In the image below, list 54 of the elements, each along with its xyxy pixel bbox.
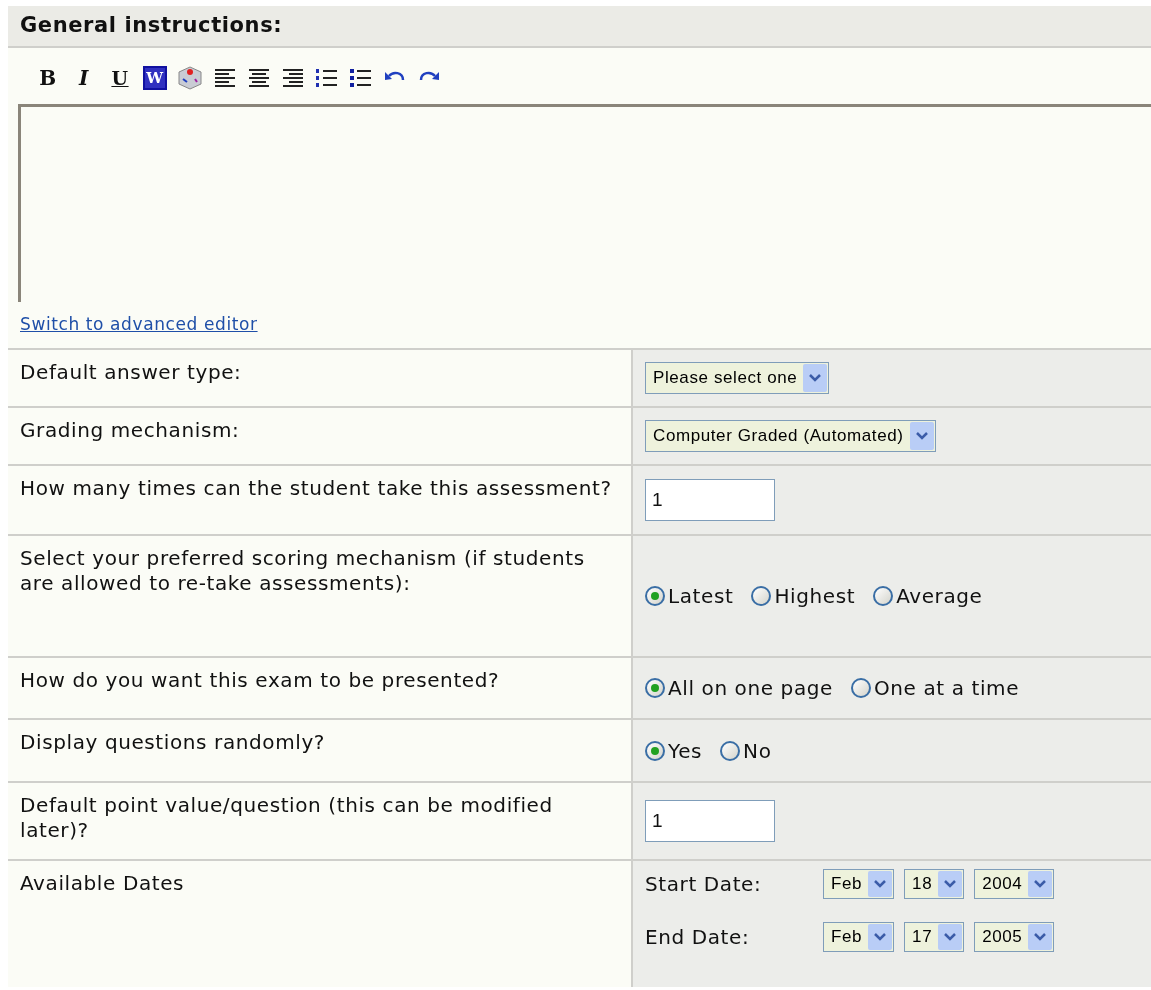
date-label: End Date:	[645, 924, 751, 951]
section-header: General instructions:	[8, 6, 1151, 48]
field-label: Grading mechanism:	[20, 418, 241, 443]
caret-icon	[874, 933, 887, 941]
radio-label: Latest	[668, 583, 734, 610]
dropdown[interactable]: Feb	[823, 869, 895, 899]
radio-label: All on one page	[668, 675, 833, 702]
dropdown[interactable]: 17	[904, 922, 965, 952]
numbered-list-icon[interactable]	[315, 66, 339, 90]
word-paste-button[interactable]: W	[143, 66, 167, 90]
align-right-icon[interactable]	[281, 67, 305, 89]
date-label: Start Date:	[645, 871, 763, 898]
field-label: Select your preferred scoring mechanism (if students are allowed to re-take assessments):	[20, 546, 586, 596]
advanced-editor-link[interactable]: Switch to advanced editor	[20, 312, 258, 338]
align-center-icon[interactable]	[247, 67, 271, 89]
dropdown[interactable]: Please select one	[645, 362, 830, 394]
caret-icon	[874, 880, 887, 888]
radio-button[interactable]	[645, 586, 665, 606]
cube-icon[interactable]	[177, 65, 203, 91]
radio-button[interactable]	[645, 740, 665, 761]
dropdown[interactable]: 2005	[974, 922, 1055, 952]
align-left-icon[interactable]	[213, 67, 237, 89]
radio-label: Average	[896, 583, 983, 610]
caret-icon	[944, 880, 957, 888]
caret-icon	[944, 933, 957, 941]
radio-label: No	[743, 737, 772, 765]
bold-button[interactable]: B	[35, 68, 61, 88]
input-field[interactable]: 1	[645, 479, 775, 521]
caret-icon	[1034, 880, 1047, 888]
field-label: How many times can the student take this assessment?	[20, 476, 613, 501]
bullet-list-icon[interactable]	[349, 66, 373, 90]
radio-button[interactable]	[720, 740, 741, 761]
radio-button[interactable]	[850, 678, 871, 698]
radio-button[interactable]	[873, 586, 894, 606]
dropdown[interactable]: Feb	[823, 922, 895, 952]
underline-button[interactable]: U	[107, 68, 133, 88]
field-label: How do you want this exam to be presented?	[20, 668, 501, 693]
input-field[interactable]: 1	[645, 800, 775, 842]
radio-label: Yes	[668, 737, 703, 765]
caret-icon	[915, 432, 928, 440]
caret-icon	[1034, 933, 1047, 941]
radio-label: Highest	[774, 583, 856, 610]
dropdown[interactable]: 18	[904, 869, 965, 899]
caret-icon	[809, 374, 822, 382]
radio-button[interactable]	[645, 678, 665, 698]
italic-button[interactable]: I	[71, 68, 97, 88]
radio-label: One at a time	[873, 675, 1020, 702]
radio-button[interactable]	[751, 586, 772, 606]
field-label: Available Dates	[20, 871, 186, 896]
field-label: Default point value/question (this can be modified later)?	[20, 793, 554, 843]
field-label: Default answer type:	[20, 360, 243, 385]
field-label: Display questions randomly?	[20, 730, 327, 755]
dropdown[interactable]: Computer Graded (Automated)	[645, 420, 936, 452]
dropdown[interactable]: 2004	[974, 869, 1055, 899]
